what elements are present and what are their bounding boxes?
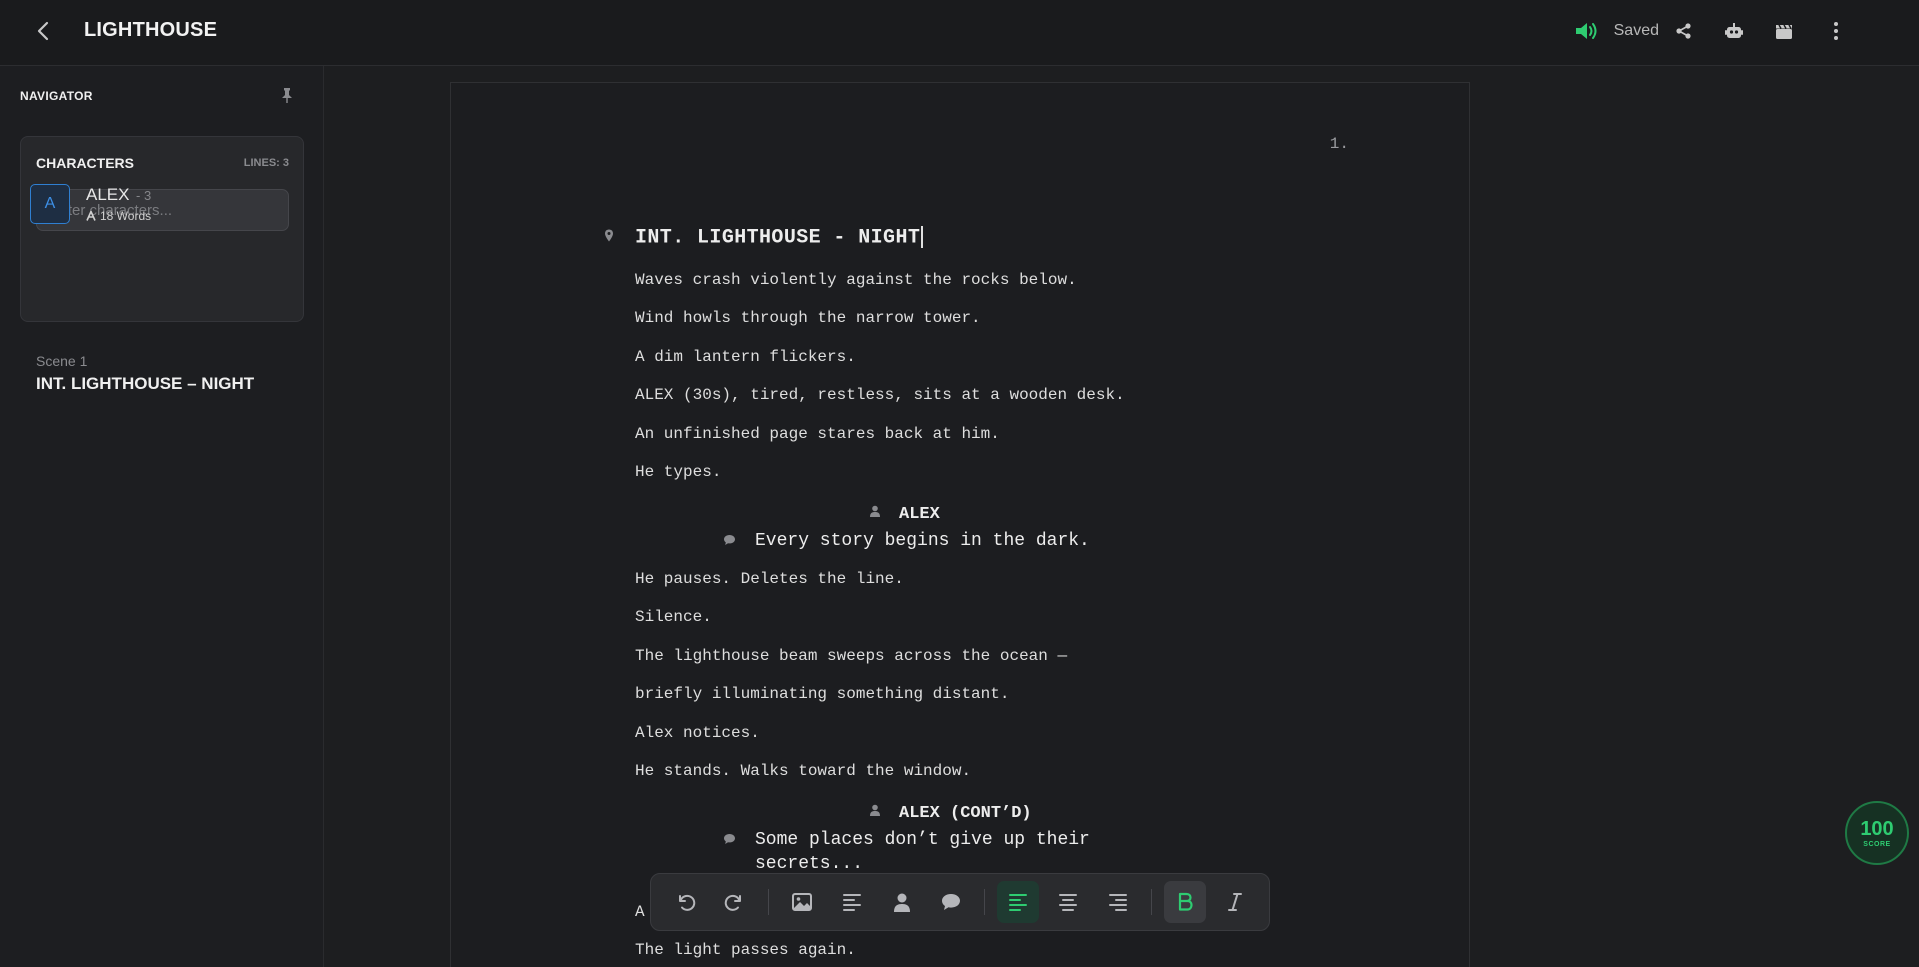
character-item-alex[interactable]: A ALEX - 3 18 Words xyxy=(30,184,260,228)
characters-panel: CHARACTERS LINES: 3 xyxy=(20,136,304,322)
action-line[interactable]: Waves crash violently against the rocks … xyxy=(635,271,1077,289)
character-icon xyxy=(870,804,880,816)
action-line[interactable]: Silence. xyxy=(635,608,712,626)
score-value: 100 xyxy=(1860,817,1894,840)
action-line[interactable]: The lighthouse beam sweeps across the oc… xyxy=(635,647,1067,665)
characters-title: CHARACTERS xyxy=(36,155,134,171)
insert-image-button[interactable] xyxy=(781,881,823,923)
align-right-button[interactable] xyxy=(1097,881,1139,923)
redo-button[interactable] xyxy=(714,881,756,923)
clapperboard-icon xyxy=(1776,24,1792,39)
align-left-icon xyxy=(1009,894,1028,911)
action-line[interactable]: He pauses. Deletes the line. xyxy=(635,570,904,588)
page-number: 1. xyxy=(1329,135,1349,153)
robot-icon xyxy=(1725,23,1743,38)
speaker-button[interactable] xyxy=(1572,18,1602,44)
share-button[interactable] xyxy=(1669,18,1699,44)
location-pin-icon xyxy=(605,229,613,242)
character-cue[interactable]: ALEX (CONT’D) xyxy=(899,804,1032,823)
action-line[interactable]: He stands. Walks toward the window. xyxy=(635,762,971,780)
share-icon xyxy=(1676,23,1691,39)
scene-label: Scene 1 xyxy=(36,353,88,369)
speaker-icon xyxy=(1575,23,1597,39)
action-line[interactable]: He types. xyxy=(635,463,721,481)
scene-link[interactable]: INT. LIGHTHOUSE – NIGHT xyxy=(36,374,254,394)
dialogue-line[interactable]: Some places don’t give up their secrets.… xyxy=(755,828,1155,876)
character-line-count: - 3 xyxy=(136,188,152,203)
more-vertical-icon xyxy=(1834,22,1838,40)
assistant-button[interactable] xyxy=(1719,18,1749,44)
saved-status: Saved xyxy=(1613,22,1659,39)
navigator-sidebar: NAVIGATOR CHARACTERS LINES: 3 A ALEX - 3… xyxy=(0,66,324,967)
italic-button[interactable] xyxy=(1214,881,1256,923)
action-line[interactable]: Wind howls through the narrow tower. xyxy=(635,309,981,327)
align-center-button[interactable] xyxy=(1047,881,1089,923)
text-icon xyxy=(86,211,96,221)
paragraph-icon xyxy=(842,894,861,911)
action-line[interactable]: A xyxy=(635,903,645,921)
more-button[interactable] xyxy=(1821,18,1851,44)
undo-icon xyxy=(678,894,696,911)
speech-bubble-icon xyxy=(942,894,961,910)
back-icon xyxy=(37,21,49,41)
header-actions: Saved xyxy=(1572,18,1851,44)
pin-icon xyxy=(282,88,292,103)
action-line[interactable]: A dim lantern flickers. xyxy=(635,348,856,366)
image-icon xyxy=(791,893,812,911)
action-line[interactable]: briefly illuminating something distant. xyxy=(635,685,1009,703)
character-format-button[interactable] xyxy=(881,881,923,923)
bold-button[interactable] xyxy=(1164,881,1207,923)
align-center-icon xyxy=(1059,894,1078,911)
back-button[interactable] xyxy=(30,18,56,44)
person-icon xyxy=(893,893,910,912)
pin-button[interactable] xyxy=(278,86,296,104)
redo-icon xyxy=(724,894,741,911)
text-cursor xyxy=(921,226,923,248)
scene-heading-text: INT. LIGHTHOUSE - NIGHT xyxy=(635,226,921,250)
toolbar-divider xyxy=(767,889,769,915)
score-badge[interactable]: 100 SCORE xyxy=(1845,801,1909,865)
action-line[interactable]: ALEX (30s), tired, restless, sits at a w… xyxy=(635,386,1125,404)
production-button[interactable] xyxy=(1769,18,1799,44)
dialogue-line[interactable]: Every story begins in the dark. xyxy=(755,529,1155,553)
dialogue-icon xyxy=(724,535,735,545)
character-name: ALEX xyxy=(86,185,130,204)
word-count-text: 18 Words xyxy=(100,209,152,223)
character-icon xyxy=(870,505,880,517)
scene-heading[interactable]: INT. LIGHTHOUSE - NIGHT xyxy=(635,226,923,249)
formatting-toolbar xyxy=(650,873,1270,931)
dialogue-format-button[interactable] xyxy=(931,881,973,923)
action-line[interactable]: The light passes again. xyxy=(635,941,856,959)
action-line[interactable]: An unfinished page stares back at him. xyxy=(635,425,1000,443)
avatar: A xyxy=(30,184,70,224)
dialogue-icon xyxy=(724,834,735,844)
undo-button[interactable] xyxy=(664,881,706,923)
action-format-button[interactable] xyxy=(831,881,873,923)
character-cue[interactable]: ALEX xyxy=(899,505,940,524)
toolbar-divider xyxy=(1151,889,1153,915)
score-label: SCORE xyxy=(1863,840,1891,848)
script-page[interactable]: 1. INT. LIGHTHOUSE - NIGHT Waves crash v… xyxy=(450,82,1470,967)
lines-count: LINES: 3 xyxy=(243,157,289,169)
app-title: LIGHTHOUSE xyxy=(84,19,218,41)
align-left-button[interactable] xyxy=(997,881,1040,923)
character-word-count: 18 Words xyxy=(86,209,151,223)
top-bar: LIGHTHOUSE Saved xyxy=(0,0,1919,66)
italic-icon xyxy=(1228,893,1243,911)
action-line[interactable]: Alex notices. xyxy=(635,724,760,742)
bold-icon xyxy=(1179,892,1193,911)
toolbar-divider xyxy=(984,889,986,915)
align-right-icon xyxy=(1109,894,1128,911)
navigator-title: NAVIGATOR xyxy=(20,89,93,103)
